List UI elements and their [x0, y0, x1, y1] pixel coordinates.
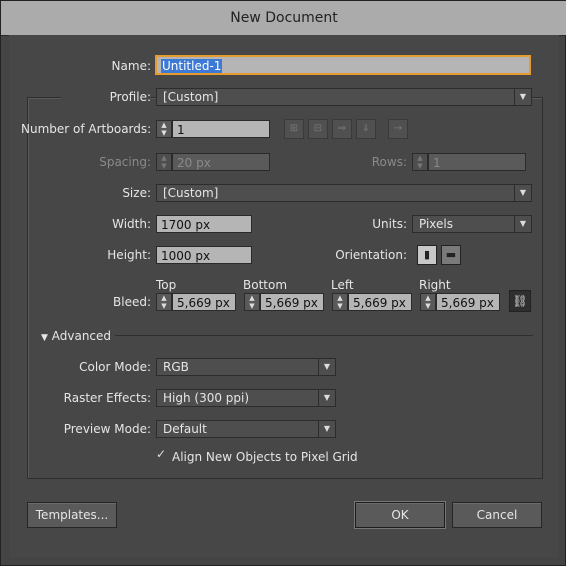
units-label: Units: [372, 217, 407, 231]
spin-arrows-icon: ▲ ▼ [249, 294, 255, 310]
preview-mode-label: Preview Mode: [63, 422, 151, 436]
dialog-title: New Document [230, 10, 338, 26]
size-value: [Custom] [163, 186, 219, 200]
ok-button[interactable]: OK [354, 501, 446, 529]
spin-arrows-icon: ▲ ▼ [161, 154, 167, 170]
spin-arrows-icon: ▲ ▼ [337, 294, 343, 310]
bleed-bottom-spin[interactable]: ▲ ▼ [244, 293, 260, 311]
grid-by-column-icon[interactable]: ⊟ [308, 119, 328, 139]
align-pixel-grid-checkbox[interactable]: ✓ [156, 448, 168, 460]
rows-spin[interactable]: ▲ ▼ [412, 153, 428, 171]
color-mode-value: RGB [163, 360, 189, 374]
advanced-separator [115, 335, 533, 336]
bleed-top-field[interactable]: 5,669 px [172, 293, 236, 311]
artboards-label: Number of Artboards: [21, 122, 152, 136]
bleed-left-label: Left [331, 278, 354, 292]
rows-label: Rows: [371, 155, 407, 169]
bleed-right-field[interactable]: 5,669 px [436, 293, 500, 311]
name-field[interactable]: Untitled-1 [155, 55, 531, 75]
arrange-by-column-icon[interactable]: ⇓ [356, 119, 376, 139]
orientation-label: Orientation: [335, 248, 407, 262]
preview-mode-select[interactable]: Default ▼ [156, 420, 336, 438]
disclosure-triangle-icon: ▼ [41, 333, 48, 343]
bleed-bottom-field[interactable]: 5,669 px [260, 293, 324, 311]
grid-by-row-icon[interactable]: ⊞ [284, 119, 304, 139]
advanced-label: Advanced [51, 329, 112, 343]
change-to-right-to-left-icon[interactable]: → [388, 119, 408, 139]
bleed-label: Bleed: [113, 295, 151, 309]
new-document-dialog: New Document Name: Untitled-1 Profile: [… [0, 0, 566, 566]
rows-field[interactable]: 1 [428, 153, 526, 171]
bleed-top-spin[interactable]: ▲ ▼ [156, 293, 172, 311]
units-value: Pixels [419, 217, 454, 231]
chevron-down-icon: ▼ [318, 421, 335, 437]
color-mode-label: Color Mode: [79, 360, 151, 374]
height-label: Height: [107, 248, 151, 262]
landscape-orientation-icon[interactable]: ▬ [441, 245, 461, 265]
bleed-left-spin[interactable]: ▲ ▼ [332, 293, 348, 311]
bleed-left-field[interactable]: 5,669 px [348, 293, 412, 311]
profile-label: Profile: [61, 90, 151, 104]
color-mode-select[interactable]: RGB ▼ [156, 358, 336, 376]
width-field[interactable]: 1700 px [156, 215, 252, 233]
spin-arrows-icon: ▲ ▼ [417, 154, 423, 170]
profile-value: [Custom] [163, 90, 219, 104]
profile-select[interactable]: [Custom] ▼ [156, 88, 532, 106]
artboards-spin[interactable]: ▲ ▼ [156, 120, 172, 138]
artboards-field[interactable]: 1 [172, 120, 270, 138]
templates-button[interactable]: Templates... [27, 502, 117, 528]
bleed-top-label: Top [156, 278, 177, 292]
bleed-right-spin[interactable]: ▲ ▼ [420, 293, 436, 311]
advanced-toggle[interactable]: ▼ Advanced [41, 329, 111, 343]
spin-arrows-icon: ▲ ▼ [161, 294, 167, 310]
raster-effects-label: Raster Effects: [63, 391, 151, 405]
name-label: Name: [111, 59, 151, 73]
spin-arrows-icon: ▲ ▼ [425, 294, 431, 310]
cancel-button[interactable]: Cancel [452, 502, 542, 528]
chevron-down-icon: ▼ [514, 216, 531, 232]
chevron-down-icon: ▼ [514, 89, 531, 105]
checkmark-icon: ✓ [156, 447, 167, 461]
chevron-down-icon: ▼ [318, 359, 335, 375]
align-pixel-grid-label: Align New Objects to Pixel Grid [172, 450, 358, 464]
size-select[interactable]: [Custom] ▼ [156, 184, 532, 202]
width-label: Width: [112, 217, 151, 231]
bleed-bottom-label: Bottom [243, 278, 288, 292]
raster-effects-select[interactable]: High (300 ppi) ▼ [156, 389, 336, 407]
link-chain-icon[interactable]: ⛓ [509, 290, 531, 312]
chevron-down-icon: ▼ [318, 390, 335, 406]
size-label: Size: [122, 186, 151, 200]
chevron-down-icon: ▼ [514, 185, 531, 201]
portrait-orientation-icon[interactable]: ▮ [417, 245, 437, 265]
height-field[interactable]: 1000 px [156, 246, 252, 264]
units-select[interactable]: Pixels ▼ [412, 215, 532, 233]
preview-mode-value: Default [163, 422, 207, 436]
spacing-field[interactable]: 20 px [172, 153, 270, 171]
raster-effects-value: High (300 ppi) [163, 391, 250, 405]
spacing-label: Spacing: [99, 155, 151, 169]
name-value: Untitled-1 [161, 59, 223, 73]
bleed-right-label: Right [419, 278, 451, 292]
spacing-spin[interactable]: ▲ ▼ [156, 153, 172, 171]
title-bar: New Document [1, 1, 566, 36]
arrange-by-row-icon[interactable]: ⇒ [332, 119, 352, 139]
spin-arrows-icon: ▲ ▼ [161, 121, 167, 137]
